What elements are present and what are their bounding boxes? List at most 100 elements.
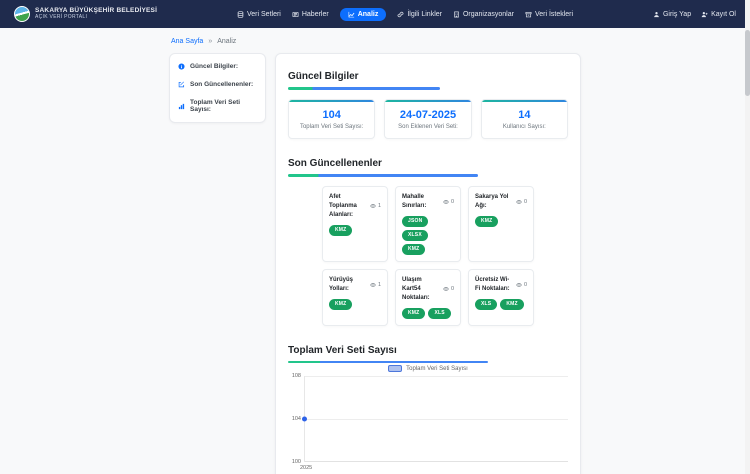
- dataset-views: 0: [443, 193, 454, 211]
- dataset-card[interactable]: Afet Toplanma Alanları: 1 KMZ: [322, 186, 388, 262]
- eye-icon: [443, 286, 449, 292]
- stat-label: Kullanıcı Sayısı:: [486, 124, 563, 130]
- top-navbar: SAKARYA BÜYÜKŞEHİR BELEDİYESİ AÇIK VERİ …: [0, 0, 750, 28]
- nav-item-haberler[interactable]: Haberler: [292, 11, 329, 18]
- format-badge[interactable]: KMZ: [402, 308, 425, 319]
- nav-item-veri-istekleri[interactable]: Veri İstekleri: [525, 11, 573, 18]
- views-count: 0: [451, 286, 454, 292]
- nav-item-ilgili-linkler[interactable]: İlgili Linkler: [397, 11, 442, 18]
- views-count: 1: [378, 282, 381, 288]
- municipality-logo-icon: [14, 6, 30, 22]
- section-title-underline: [288, 361, 488, 364]
- login-link[interactable]: Giriş Yap: [653, 11, 691, 18]
- nav-label: Haberler: [302, 11, 329, 18]
- nav-item-organizasyonlar[interactable]: Organizasyonlar: [453, 11, 514, 18]
- views-count: 0: [524, 282, 527, 288]
- format-badge[interactable]: XLS: [475, 299, 497, 310]
- dataset-title: Yürüyüş Yolları:: [329, 276, 367, 294]
- chart-plot-area: 108 104 100: [304, 376, 568, 462]
- eye-icon: [443, 199, 449, 205]
- nav-label: Organizasyonlar: [463, 11, 514, 18]
- stats-grid: 104 Toplam Veri Seti Sayısı: 24-07-2025 …: [288, 99, 568, 140]
- data-point-2025[interactable]: [302, 417, 307, 422]
- newspaper-icon: [292, 11, 299, 18]
- dataset-title: Sakarya Yol Ağı:: [475, 193, 513, 211]
- format-badge[interactable]: JSON: [402, 216, 428, 227]
- format-badge[interactable]: KMZ: [329, 299, 352, 310]
- section-title-underline: [288, 87, 440, 90]
- format-badge[interactable]: KMZ: [500, 299, 523, 310]
- dataset-card[interactable]: Sakarya Yol Ağı: 0 KMZ: [468, 186, 534, 262]
- section-title: Güncel Bilgiler: [288, 71, 359, 82]
- breadcrumb-current: Analiz: [217, 38, 236, 45]
- eye-icon: [370, 203, 376, 209]
- legend-swatch[interactable]: [388, 365, 402, 372]
- brand[interactable]: SAKARYA BÜYÜKŞEHİR BELEDİYESİ AÇIK VERİ …: [14, 6, 157, 22]
- dataset-title: Ücretsiz Wi-Fi Noktaları:: [475, 276, 513, 294]
- register-link[interactable]: Kayıt Ol: [701, 11, 736, 18]
- dataset-views: 1: [370, 193, 381, 220]
- stat-label: Son Eklenen Veri Seti:: [389, 124, 466, 130]
- sidebar: Güncel Bilgiler: Son Güncellenenler: Top…: [169, 53, 266, 123]
- section-recent: Son Güncellenenler Afet Toplanma Alanlar…: [288, 153, 568, 326]
- gridline: [304, 376, 568, 377]
- dataset-card[interactable]: Ulaşım Kart54 Noktaları: 0 KMZ XLS: [395, 269, 461, 326]
- stat-label: Toplam Veri Seti Sayısı:: [293, 124, 370, 130]
- stat-card-user-count: 14 Kullanıcı Sayısı:: [481, 99, 568, 140]
- chart-legend: Toplam Veri Seti Sayısı: [288, 365, 568, 372]
- section-title: Toplam Veri Seti Sayısı: [288, 345, 397, 356]
- legend-label: Toplam Veri Seti Sayısı: [406, 366, 468, 372]
- brand-subtitle: AÇIK VERİ PORTALI: [35, 15, 157, 21]
- dataset-title: Ulaşım Kart54 Noktaları:: [402, 276, 440, 303]
- person-icon: [653, 11, 660, 18]
- sidebar-item-son-guncellenenler[interactable]: Son Güncellenenler:: [178, 81, 257, 88]
- scrollbar-thumb[interactable]: [745, 30, 750, 96]
- dataset-views: 0: [516, 193, 527, 211]
- nav-item-analiz[interactable]: Analiz: [340, 8, 387, 21]
- nav-item-veri-setleri[interactable]: Veri Setleri: [237, 11, 281, 18]
- format-badge[interactable]: XLS: [428, 308, 450, 319]
- y-tick: 100: [292, 459, 301, 465]
- breadcrumb-home-link[interactable]: Ana Sayfa: [171, 38, 203, 45]
- stat-value: 24-07-2025: [389, 109, 466, 121]
- dataset-title: Afet Toplanma Alanları:: [329, 193, 367, 220]
- format-badge[interactable]: KMZ: [475, 216, 498, 227]
- stat-value: 14: [486, 109, 563, 121]
- dataset-card[interactable]: Yürüyüş Yolları: 1 KMZ: [322, 269, 388, 326]
- dataset-card[interactable]: Ücretsiz Wi-Fi Noktaları: 0 XLS KMZ: [468, 269, 534, 326]
- stat-card-total-datasets: 104 Toplam Veri Seti Sayısı:: [288, 99, 375, 140]
- dataset-card[interactable]: Mahalle Sınırları: 0 JSON XLSX KMZ: [395, 186, 461, 262]
- section-current-info: Güncel Bilgiler 104 Toplam Veri Seti Say…: [288, 66, 568, 139]
- gridline: [304, 419, 568, 420]
- person-plus-icon: [701, 11, 708, 18]
- stat-card-last-added: 24-07-2025 Son Eklenen Veri Seti:: [384, 99, 471, 140]
- bar-chart-icon: [178, 103, 185, 110]
- auth-links: Giriş Yap Kayıt Ol: [653, 11, 736, 18]
- dataset-views: 0: [443, 276, 454, 303]
- views-count: 0: [451, 199, 454, 205]
- eye-icon: [516, 199, 522, 205]
- breadcrumb-separator: »: [208, 38, 212, 45]
- main-nav: Veri Setleri Haberler Analiz İlgili Link…: [237, 8, 573, 21]
- section-chart: Toplam Veri Seti Sayısı Toplam Veri Seti…: [288, 340, 568, 472]
- views-count: 1: [378, 203, 381, 209]
- format-badge[interactable]: KMZ: [329, 225, 352, 236]
- building-icon: [453, 11, 460, 18]
- nav-label: İlgili Linkler: [407, 11, 442, 18]
- sidebar-item-guncel-bilgiler[interactable]: Güncel Bilgiler:: [178, 63, 257, 70]
- views-count: 0: [524, 199, 527, 205]
- section-title: Son Güncellenenler: [288, 158, 382, 169]
- sidebar-item-toplam-veri-seti[interactable]: Toplam Veri Seti Sayısı:: [178, 99, 257, 113]
- pencil-square-icon: [178, 81, 185, 88]
- auth-label: Giriş Yap: [663, 11, 691, 18]
- nav-label: Veri Setleri: [247, 11, 281, 18]
- archive-icon: [525, 11, 532, 18]
- sidebar-item-label: Güncel Bilgiler:: [190, 63, 238, 70]
- format-badge[interactable]: KMZ: [402, 244, 425, 255]
- format-badge[interactable]: XLSX: [402, 230, 428, 241]
- brand-text: SAKARYA BÜYÜKŞEHİR BELEDİYESİ AÇIK VERİ …: [35, 7, 157, 20]
- analytics-panel: Güncel Bilgiler 104 Toplam Veri Seti Say…: [275, 53, 581, 474]
- info-circle-icon: [178, 63, 185, 70]
- section-title-underline: [288, 174, 478, 177]
- scrollbar-track[interactable]: [745, 0, 750, 474]
